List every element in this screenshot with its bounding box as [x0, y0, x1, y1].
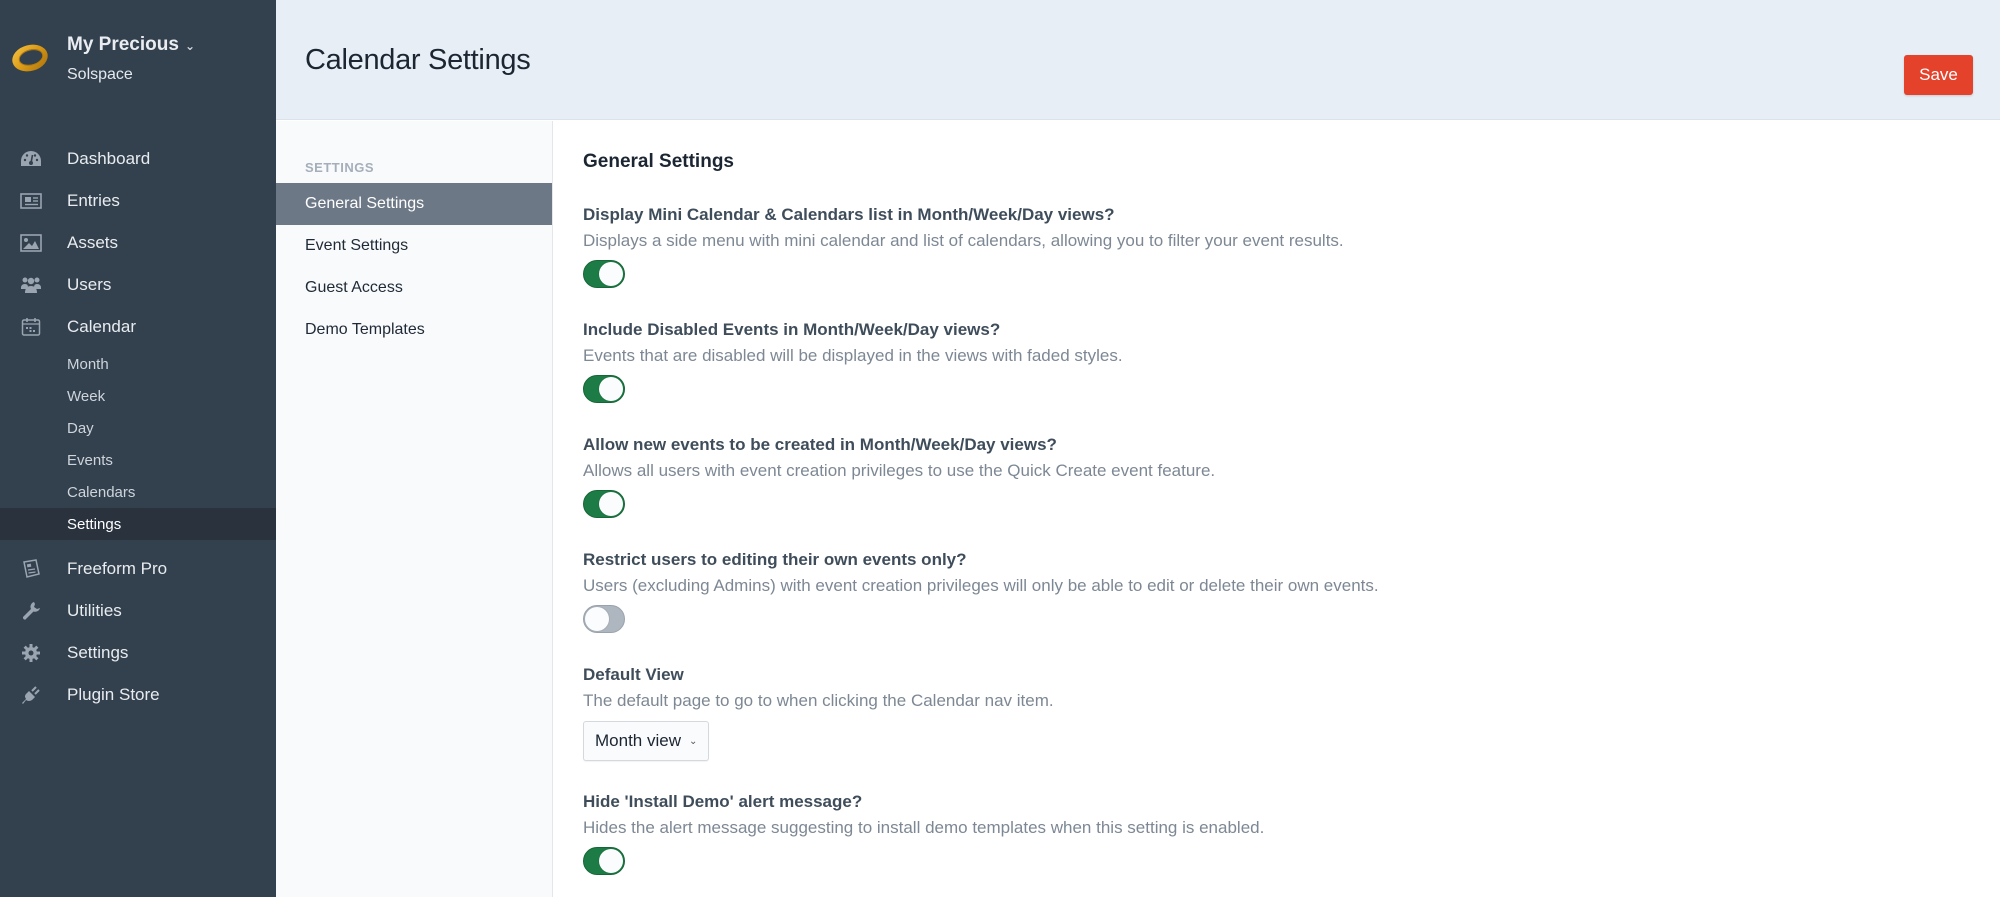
field-description: Events that are disabled will be display… — [583, 346, 1123, 365]
field-display-mini-calendar: Display Mini Calendar & Calendars list i… — [583, 204, 1973, 288]
toggle-knob — [599, 377, 623, 401]
nav-item-assets[interactable]: Assets — [0, 222, 276, 264]
site-name-label: My Precious — [67, 34, 179, 55]
image-icon — [20, 233, 42, 253]
subnav-item-month[interactable]: Month — [0, 348, 276, 380]
nav-item-label: Dashboard — [67, 149, 151, 168]
settings-subnav-list: General Settings Event Settings Guest Ac… — [276, 183, 552, 351]
nav-item-freeform-pro[interactable]: Freeform Pro — [0, 548, 276, 590]
field-description: Allows all users with event creation pri… — [583, 461, 1216, 480]
calendar-icon — [20, 317, 42, 337]
toggle-knob — [599, 492, 623, 516]
toggle-knob — [599, 849, 623, 873]
subnav-item-week[interactable]: Week — [0, 380, 276, 412]
plug-icon — [20, 685, 42, 705]
field-description: Users (excluding Admins) with event crea… — [583, 576, 1379, 595]
freeform-icon — [20, 559, 42, 579]
nav-item-dashboard[interactable]: Dashboard — [0, 138, 276, 180]
subnav-item-day[interactable]: Day — [0, 412, 276, 444]
toggle-knob — [599, 262, 623, 286]
subnav-item-events[interactable]: Events — [0, 444, 276, 476]
settings-subnav-heading: SETTINGS — [305, 160, 375, 175]
field-label: Include Disabled Events in Month/Week/Da… — [583, 320, 1001, 339]
field-label: Display Mini Calendar & Calendars list i… — [583, 205, 1115, 224]
field-label: Restrict users to editing their own even… — [583, 550, 967, 569]
field-label: Default View — [583, 665, 684, 684]
chevron-down-icon: ⌄ — [688, 735, 698, 747]
gear-icon — [20, 643, 42, 663]
nav-item-label: Assets — [67, 233, 119, 252]
newspaper-icon — [20, 191, 42, 211]
page-title: Calendar Settings — [305, 44, 531, 76]
restrict-users-toggle[interactable] — [583, 605, 625, 633]
calendar-subnav: Month Week Day Events Calendars Settings — [0, 348, 276, 540]
site-switcher[interactable]: My Precious ⌄ Solspace — [0, 28, 276, 92]
nav-item-label: Settings — [67, 643, 129, 662]
default-view-value: Month view — [595, 731, 681, 750]
field-restrict-users: Restrict users to editing their own even… — [583, 549, 1973, 633]
users-icon — [20, 275, 42, 295]
nav-item-label: Plugin Store — [67, 685, 160, 704]
subnav-item-calendars[interactable]: Calendars — [0, 476, 276, 508]
nav-item-entries[interactable]: Entries — [0, 180, 276, 222]
settings-item-events[interactable]: Event Settings — [276, 225, 552, 267]
nav-item-plugin-store[interactable]: Plugin Store — [0, 674, 276, 716]
settings-subnav: SETTINGS General Settings Event Settings… — [276, 121, 553, 897]
field-include-disabled-events: Include Disabled Events in Month/Week/Da… — [583, 319, 1973, 403]
nav-item-users[interactable]: Users — [0, 264, 276, 306]
main-nav: Dashboard Entries Assets Users Calendar — [0, 138, 276, 716]
field-label: Hide 'Install Demo' alert message? — [583, 792, 863, 811]
subnav-item-settings[interactable]: Settings — [0, 508, 276, 540]
default-view-select[interactable]: Month view ⌄ — [583, 721, 710, 761]
nav-item-utilities[interactable]: Utilities — [0, 590, 276, 632]
settings-item-guest-access[interactable]: Guest Access — [276, 267, 552, 309]
save-button[interactable]: Save — [1904, 55, 1973, 95]
display-mini-calendar-toggle[interactable] — [583, 260, 625, 288]
field-allow-new-events: Allow new events to be created in Month/… — [583, 434, 1973, 518]
gauge-icon — [20, 149, 42, 169]
site-subtitle: Solspace — [67, 66, 133, 83]
nav-item-calendar[interactable]: Calendar — [0, 306, 276, 348]
nav-item-settings[interactable]: Settings — [0, 632, 276, 674]
settings-item-general[interactable]: General Settings — [276, 183, 552, 225]
allow-new-events-toggle[interactable] — [583, 490, 625, 518]
toggle-knob — [585, 607, 609, 631]
chevron-down-icon: ⌄ — [184, 39, 195, 53]
field-hide-install-demo: Hide 'Install Demo' alert message? Hides… — [583, 791, 1973, 875]
page-header: Calendar Settings Save — [276, 0, 2000, 120]
gold-ring-logo — [12, 44, 48, 72]
section-title: General Settings — [583, 151, 734, 172]
site-name[interactable]: My Precious ⌄ — [67, 34, 195, 56]
field-description: Hides the alert message suggesting to in… — [583, 818, 1265, 837]
field-description: The default page to go to when clicking … — [583, 691, 1054, 710]
field-description: Displays a side menu with mini calendar … — [583, 231, 1344, 250]
nav-item-label: Freeform Pro — [67, 559, 168, 578]
nav-item-label: Entries — [67, 191, 120, 210]
field-label: Allow new events to be created in Month/… — [583, 435, 1057, 454]
settings-item-demo-templates[interactable]: Demo Templates — [276, 309, 552, 351]
nav-item-label: Utilities — [67, 601, 122, 620]
global-sidebar: My Precious ⌄ Solspace Dashboard Entries… — [0, 0, 276, 897]
field-default-view: Default View The default page to go to w… — [583, 664, 1973, 761]
include-disabled-events-toggle[interactable] — [583, 375, 625, 403]
nav-item-label: Calendar — [67, 317, 136, 336]
hide-install-demo-toggle[interactable] — [583, 847, 625, 875]
wrench-icon — [20, 601, 42, 621]
nav-item-label: Users — [67, 275, 112, 294]
